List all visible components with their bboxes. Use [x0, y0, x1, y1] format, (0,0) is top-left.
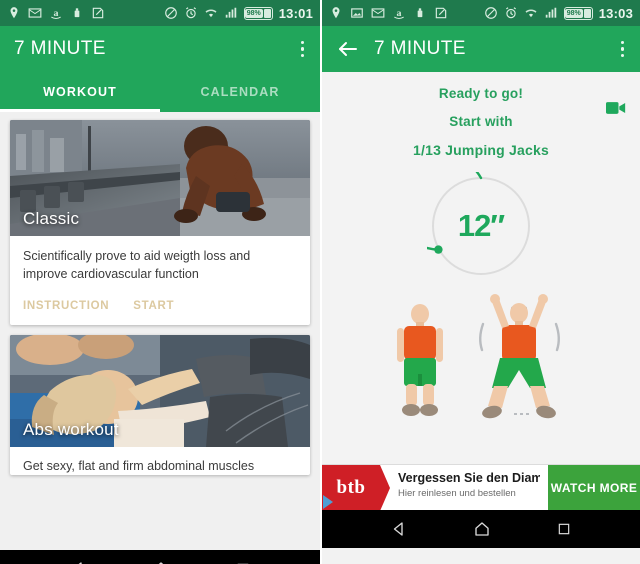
overflow-menu-icon[interactable]	[619, 37, 627, 62]
tab-bar: WORKOUT CALENDAR	[0, 72, 320, 112]
card-hero-image-abs: Abs workout	[10, 334, 310, 447]
watch-more-button[interactable]: WATCH MORE	[548, 465, 640, 510]
right-app-bar: 7 MINUTE	[322, 26, 640, 72]
card-body-classic: Scientifically prove to aid weigth loss …	[10, 236, 310, 284]
back-arrow-icon[interactable]	[336, 37, 360, 61]
figure-standing	[397, 304, 443, 416]
battery-cap	[263, 8, 271, 18]
ad-choices-icon[interactable]	[323, 495, 333, 509]
card-body-abs: Get sexy, flat and firm abdominal muscle…	[10, 447, 310, 476]
workout-card-abs[interactable]: Abs workout Get sexy, flat and firm abdo…	[10, 334, 310, 476]
location-pin-icon	[7, 6, 21, 20]
workout-session-panel: Ready to go! Start with 1/13 Jumping Jac…	[322, 72, 640, 510]
note-edit-icon	[91, 6, 105, 20]
alarm-icon	[184, 6, 198, 20]
countdown-timer[interactable]: 12″	[427, 172, 535, 280]
exercise-illustration	[366, 292, 596, 424]
ad-copy: Vergessen Sie den Diamantr... Hier reinl…	[380, 465, 548, 510]
note-edit-icon	[434, 6, 448, 20]
instruction-button[interactable]: INSTRUCTION	[23, 300, 109, 312]
ad-banner[interactable]: btb Vergessen Sie den Diamantr... Hier r…	[322, 464, 640, 510]
do-not-disturb-icon	[164, 6, 178, 20]
do-not-disturb-icon	[484, 6, 498, 20]
tab-calendar[interactable]: CALENDAR	[160, 72, 320, 112]
wifi-icon	[524, 6, 538, 20]
image-icon	[350, 6, 364, 20]
right-phone-screen: a 98% 13:03 7 MINUTE Ready to go! Start …	[320, 0, 640, 564]
home-nav-button[interactable]	[473, 520, 491, 538]
back-nav-button[interactable]	[69, 560, 87, 564]
tab-workout[interactable]: WORKOUT	[0, 72, 160, 112]
status-clock: 13:01	[278, 5, 313, 21]
right-status-notification-icons: a	[329, 6, 448, 20]
amazon-icon: a	[392, 6, 406, 20]
signal-icon	[224, 6, 238, 20]
usb-icon	[70, 6, 84, 20]
home-nav-button[interactable]	[152, 560, 170, 564]
exercise-name-text: 1/13 Jumping Jacks	[413, 142, 549, 158]
battery-icon: 98%	[243, 6, 273, 20]
battery-cap	[583, 8, 591, 18]
svg-text:a: a	[397, 8, 402, 19]
back-nav-button[interactable]	[390, 520, 408, 538]
left-status-notification-icons: a	[7, 6, 105, 20]
left-app-bar: 7 MINUTE	[0, 26, 320, 72]
workout-card-classic[interactable]: Classic Scientifically prove to aid weig…	[10, 120, 310, 325]
recents-nav-button[interactable]	[556, 521, 572, 537]
status-clock: 13:03	[598, 5, 633, 21]
app-title: 7 MINUTE	[14, 38, 106, 59]
workout-card-list[interactable]: Classic Scientifically prove to aid weig…	[0, 112, 320, 550]
card-hero-image-classic: Classic	[10, 120, 310, 236]
ad-logo-text: btb	[336, 476, 366, 498]
card-actions-classic: INSTRUCTION START	[10, 284, 310, 325]
location-pin-icon	[329, 6, 343, 20]
timer-value: 12″	[457, 208, 505, 243]
ad-logo: btb	[322, 465, 390, 510]
card-label-classic: Classic	[23, 209, 80, 228]
left-nav-bar	[0, 550, 320, 564]
alarm-icon	[504, 6, 518, 20]
overflow-menu-icon[interactable]	[299, 37, 307, 62]
battery-icon: 98%	[563, 6, 593, 20]
card-description-abs: Get sexy, flat and firm abdominal muscle…	[23, 458, 255, 473]
envelope-icon	[371, 6, 385, 20]
usb-icon	[413, 6, 427, 20]
right-nav-bar	[322, 510, 640, 548]
wifi-icon	[204, 6, 218, 20]
card-label-abs: Abs workout	[23, 419, 119, 439]
left-status-system-icons: 98% 13:01	[164, 6, 313, 21]
svg-text:a: a	[54, 8, 59, 19]
video-camera-icon[interactable]	[606, 100, 626, 116]
left-status-bar: a 98% 13:01	[0, 0, 320, 26]
ad-subtitle: Hier reinlesen und bestellen	[398, 488, 516, 499]
app-title: 7 MINUTE	[374, 38, 466, 59]
left-phone-screen: a 98% 13:01 7 MINUTE WORKOUT CALENDAR Cl…	[0, 0, 320, 564]
envelope-icon	[28, 6, 42, 20]
dual-screenshot: a 98% 13:01 7 MINUTE WORKOUT CALENDAR Cl…	[0, 0, 640, 564]
right-status-system-icons: 98% 13:03	[484, 6, 633, 21]
start-button[interactable]: START	[133, 300, 174, 312]
battery-level: 98%	[244, 8, 263, 18]
right-status-bar: a 98% 13:03	[322, 0, 640, 26]
card-description-classic: Scientifically prove to aid weigth loss …	[23, 249, 251, 281]
start-with-text: Start with	[449, 114, 513, 129]
ready-text: Ready to go!	[438, 86, 524, 101]
tab-indicator	[0, 109, 160, 112]
ad-headline: Vergessen Sie den Diamantr...	[398, 471, 540, 485]
battery-level: 98%	[564, 8, 583, 18]
amazon-icon: a	[49, 6, 63, 20]
figure-jumping	[479, 294, 560, 419]
signal-icon	[544, 6, 558, 20]
